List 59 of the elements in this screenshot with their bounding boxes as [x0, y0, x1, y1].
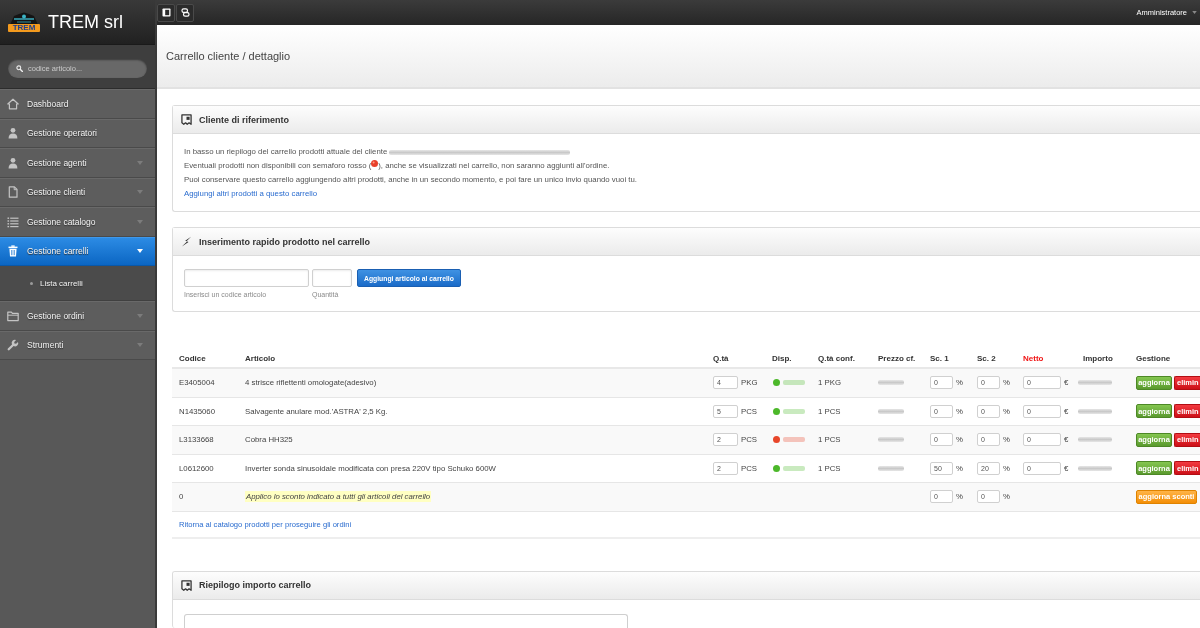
- column-header: Codice: [178, 354, 206, 363]
- column-header: Gestione: [1135, 354, 1171, 363]
- person-icon: [7, 127, 19, 140]
- blurred-text: [878, 408, 904, 414]
- nav-item[interactable]: Dashboard: [0, 89, 155, 119]
- list-icon: [7, 215, 19, 228]
- column-header: Q.tà conf.: [817, 354, 855, 363]
- toolbar-button[interactable]: [157, 3, 175, 22]
- person-icon: [7, 156, 19, 169]
- quantity-input[interactable]: [312, 269, 352, 287]
- blurred-text: [783, 465, 805, 471]
- caret-icon: [1192, 11, 1197, 14]
- nav-item[interactable]: Strumenti: [0, 330, 155, 360]
- nav-item[interactable]: Gestione ordini: [0, 301, 155, 331]
- column-header: Articolo: [244, 354, 276, 363]
- logo-text: TREM: [7, 24, 41, 32]
- nav-item[interactable]: Gestione carrelli: [0, 236, 155, 266]
- document-icon: [7, 186, 19, 199]
- column-header: Q.tà: [712, 354, 729, 363]
- blurred-text: [1078, 437, 1112, 443]
- nav-item[interactable]: Gestione agenti: [0, 148, 155, 178]
- panel-title: Riepilogo importo carrello: [199, 580, 311, 590]
- blurred-text: [878, 465, 904, 471]
- page-title: Carrello cliente / dettaglio: [166, 50, 291, 62]
- column-header: Netto: [1022, 354, 1044, 363]
- column-header: Importo: [1082, 354, 1113, 363]
- lightning-icon: [181, 236, 192, 247]
- home-icon: [7, 97, 19, 110]
- submenu-item[interactable]: Lista carrelli: [30, 278, 83, 288]
- blurred-text: [1078, 380, 1112, 386]
- chain-icon: [180, 8, 190, 17]
- receipt-icon: [181, 579, 192, 591]
- brand-name: TREM srl: [48, 12, 123, 32]
- blurred-text: [1078, 465, 1112, 471]
- toolbar-button[interactable]: [176, 3, 194, 22]
- column-header: Prezzo cf.: [877, 354, 916, 363]
- trash-icon: [7, 245, 19, 258]
- wrench-icon: [7, 339, 19, 352]
- blurred-text: [1078, 408, 1112, 414]
- code-input[interactable]: [184, 269, 309, 287]
- bullet-icon: [30, 281, 33, 285]
- column-header: Sc. 1: [929, 354, 949, 363]
- blurred-text: [783, 380, 805, 386]
- nav-item[interactable]: Gestione operatori: [0, 118, 155, 148]
- blurred-text: [783, 437, 805, 443]
- panel-title: Cliente di riferimento: [199, 114, 289, 125]
- search-icon: [16, 65, 23, 72]
- status-dot-icon: [371, 160, 379, 167]
- blurred-text: [783, 408, 805, 414]
- column-header: Disp.: [771, 354, 792, 363]
- nav-item[interactable]: Gestione clienti: [0, 177, 155, 207]
- window-icon: [161, 8, 171, 17]
- column-header: Sc. 2: [976, 354, 996, 363]
- receipt-icon: [181, 114, 192, 125]
- folder-icon: [7, 309, 19, 322]
- blurred-text: [878, 437, 904, 443]
- blurred-text: [878, 380, 904, 386]
- panel-title: Inserimento rapido prodotto nel carrello: [199, 236, 371, 247]
- nav-item[interactable]: Gestione catalogo: [0, 207, 155, 237]
